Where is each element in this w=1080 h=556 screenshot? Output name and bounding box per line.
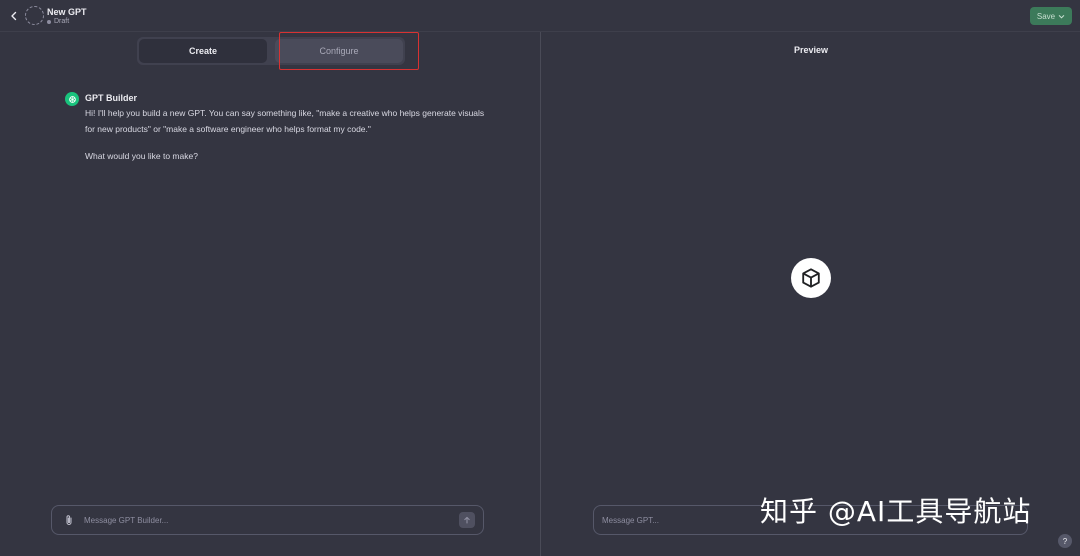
chevron-down-icon <box>1058 14 1065 19</box>
help-button[interactable]: ? <box>1058 534 1072 548</box>
builder-pane: Create Configure GPT Builder Hi! I'll he… <box>0 32 540 556</box>
cube-icon <box>802 268 820 288</box>
save-button[interactable]: Save <box>1030 7 1072 25</box>
status-dot-icon <box>47 20 51 24</box>
top-bar: New GPT Draft Save <box>0 0 1080 32</box>
tab-create[interactable]: Create <box>139 39 267 63</box>
message-paragraph: Hi! I'll help you build a new GPT. You c… <box>85 108 485 134</box>
gpt-title: New GPT <box>47 7 87 17</box>
chevron-left-icon <box>11 11 17 21</box>
message-body: Hi! I'll help you build a new GPT. You c… <box>85 106 485 165</box>
gpt-status-label: Draft <box>54 18 70 25</box>
preview-pane: Preview <box>540 32 1080 556</box>
preview-logo <box>791 258 831 298</box>
save-button-label: Save <box>1036 11 1056 21</box>
send-button[interactable] <box>459 512 475 528</box>
gpt-avatar-placeholder[interactable] <box>25 6 44 25</box>
openai-logo-icon <box>65 92 79 106</box>
message-author: GPT Builder <box>85 93 138 103</box>
preview-title: Preview <box>793 45 829 55</box>
arrow-up-icon <box>464 516 470 524</box>
gpt-status: Draft <box>47 17 87 27</box>
builder-tabs: Create Configure <box>137 37 405 65</box>
builder-composer <box>51 505 484 535</box>
paperclip-icon[interactable] <box>64 513 76 527</box>
tab-configure[interactable]: Configure <box>275 39 403 63</box>
message-paragraph: What would you like to make? <box>85 151 198 161</box>
back-button[interactable] <box>6 8 22 24</box>
gpt-title-block: New GPT Draft <box>47 7 87 27</box>
watermark: 知乎 @AI工具导航站 <box>760 495 1032 528</box>
builder-message-input[interactable] <box>84 515 459 525</box>
